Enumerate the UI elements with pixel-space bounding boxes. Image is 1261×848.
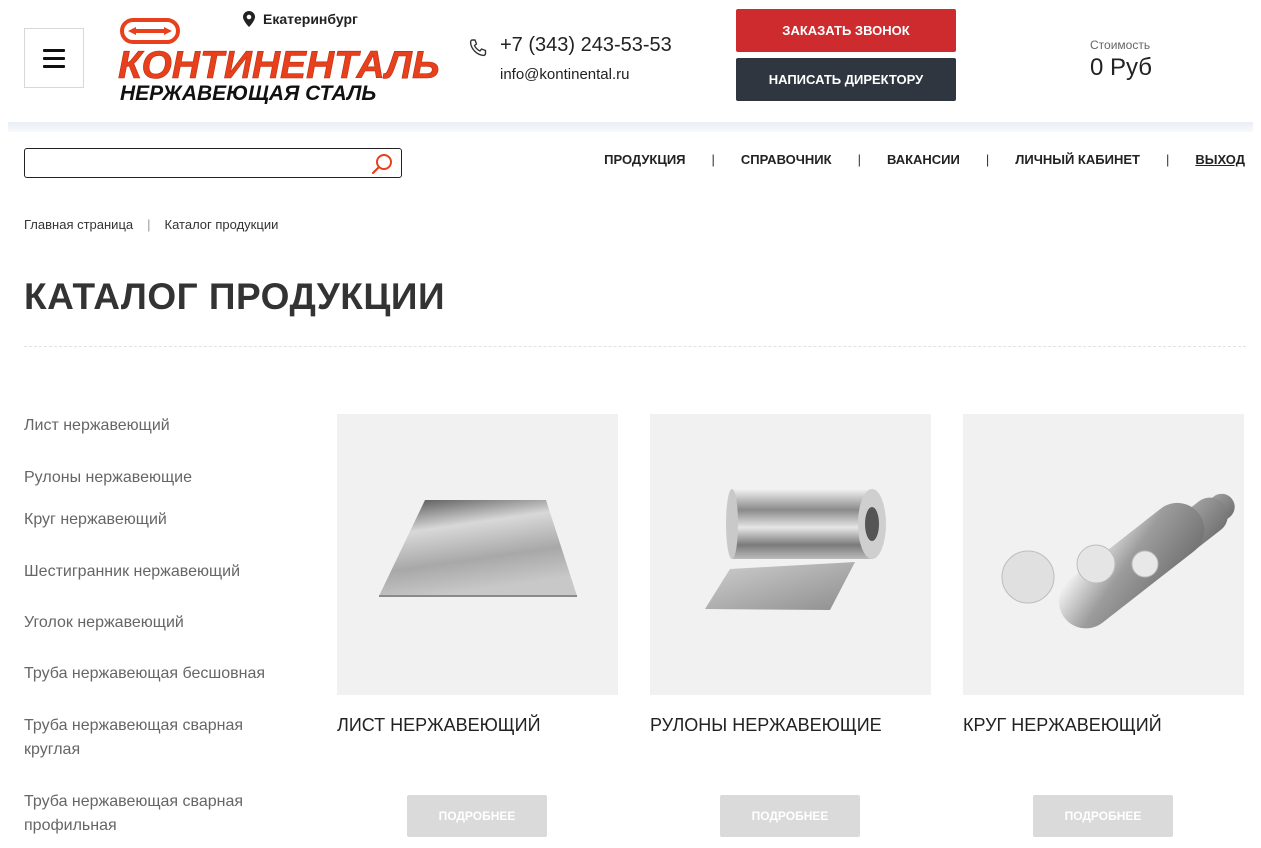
email-link[interactable]: info@kontinental.ru [500, 66, 629, 83]
main-nav: ПРОДУКЦИЯ | СПРАВОЧНИК | ВАКАНСИИ | ЛИЧН… [604, 152, 1245, 167]
hamburger-icon-line [43, 48, 65, 52]
nav-separator: | [857, 152, 861, 167]
city-selector[interactable]: Екатеринбург [243, 11, 358, 27]
nav-item-logout[interactable]: ВЫХОД [1195, 152, 1245, 167]
steel-rods-image [1001, 493, 1235, 629]
title-divider [24, 346, 1246, 347]
product-title[interactable]: РУЛОНЫ НЕРЖАВЕЮЩИЕ [650, 715, 882, 736]
cart-cost-value[interactable]: 0 Руб [1090, 54, 1152, 82]
breadcrumb-current: Каталог продукции [164, 217, 279, 232]
hamburger-menu-button[interactable] [24, 28, 84, 88]
product-card: РУЛОНЫ НЕРЖАВЕЮЩИЕ ПОДРОБНЕЕ [650, 414, 931, 837]
sidebar-item-round[interactable]: Круг нержавеющий [24, 508, 294, 532]
nav-separator: | [1165, 152, 1170, 167]
product-card: КРУГ НЕРЖАВЕЮЩИЙ ПОДРОБНЕЕ [963, 414, 1244, 837]
product-image[interactable] [337, 414, 618, 695]
breadcrumb: Главная страница | Каталог продукции [24, 217, 278, 232]
logo[interactable]: КОНТИНЕНТАЛЬ НЕРЖАВЕЮЩАЯ СТАЛЬ [114, 14, 454, 104]
cart-cost-label: Стоимость [1090, 38, 1151, 52]
sidebar-item-sheet[interactable]: Лист нержавеющий [24, 414, 294, 438]
product-card: ЛИСТ НЕРЖАВЕЮЩИЙ ПОДРОБНЕЕ [337, 414, 618, 837]
sidebar-item-hexagon[interactable]: Шестигранник нержавеющий [24, 560, 294, 584]
steel-roll-image [705, 489, 886, 610]
city-label: Екатеринбург [263, 11, 358, 27]
steel-sheet-image [379, 500, 577, 597]
nav-separator: | [985, 152, 990, 167]
order-call-button[interactable]: ЗАКАЗАТЬ ЗВОНОК [736, 9, 956, 52]
search-icon[interactable] [371, 153, 393, 175]
phone-icon [469, 39, 487, 57]
product-title[interactable]: ЛИСТ НЕРЖАВЕЮЩИЙ [337, 715, 541, 736]
hamburger-icon-line [43, 64, 65, 68]
search-input[interactable] [25, 149, 355, 177]
nav-item-account[interactable]: ЛИЧНЫЙ КАБИНЕТ [1015, 152, 1140, 167]
product-title[interactable]: КРУГ НЕРЖАВЕЮЩИЙ [963, 715, 1162, 736]
page-title: КАТАЛОГ ПРОДУКЦИИ [24, 276, 446, 317]
sidebar-item-welded-profile-pipe[interactable]: Труба нержавеющая сварная профильная [24, 790, 264, 838]
breadcrumb-home-link[interactable]: Главная страница [24, 217, 133, 232]
nav-separator: | [711, 152, 715, 167]
nav-item-vacancies[interactable]: ВАКАНСИИ [887, 152, 960, 167]
sidebar-item-seamless-pipe[interactable]: Труба нержавеющая бесшовная [24, 662, 294, 686]
header-divider [8, 122, 1253, 132]
logo-top-text: КОНТИНЕНТАЛЬ [118, 44, 440, 87]
details-button[interactable]: ПОДРОБНЕЕ [720, 795, 860, 837]
write-director-button[interactable]: НАПИСАТЬ ДИРЕКТОРУ [736, 58, 956, 101]
header: КОНТИНЕНТАЛЬ НЕРЖАВЕЮЩАЯ СТАЛЬ Екатеринб… [0, 0, 1261, 122]
sidebar-item-rolls[interactable]: Рулоны нержавеющие [24, 466, 294, 490]
sidebar-item-welded-round-pipe[interactable]: Труба нержавеющая сварная круглая [24, 714, 264, 762]
details-button[interactable]: ПОДРОБНЕЕ [1033, 795, 1173, 837]
nav-item-products[interactable]: ПРОДУКЦИЯ [604, 152, 685, 167]
logo-arrows-icon [120, 18, 180, 44]
logo-bottom-text: НЕРЖАВЕЮЩАЯ СТАЛЬ [120, 82, 376, 104]
product-image[interactable] [963, 414, 1244, 695]
breadcrumb-separator: | [147, 217, 151, 232]
phone-link[interactable]: +7 (343) 243-53-53 [500, 34, 672, 57]
details-button[interactable]: ПОДРОБНЕЕ [407, 795, 547, 837]
hamburger-icon-line [43, 56, 65, 60]
sidebar-item-angle[interactable]: Уголок нержавеющий [24, 611, 294, 635]
location-pin-icon [243, 11, 255, 27]
product-image[interactable] [650, 414, 931, 695]
search-box [24, 148, 402, 178]
nav-item-reference[interactable]: СПРАВОЧНИК [741, 152, 832, 167]
